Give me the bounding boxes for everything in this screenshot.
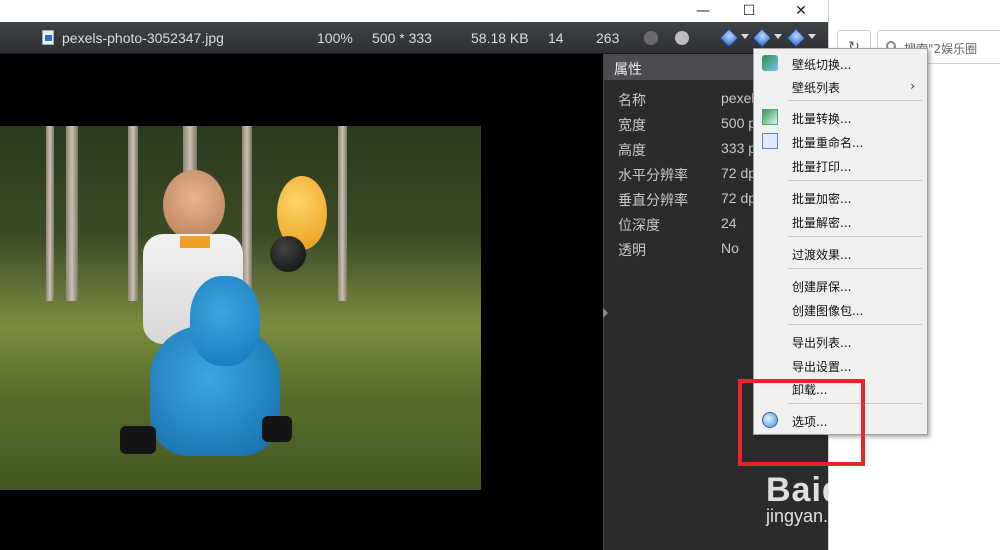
menu-item-create-image-pack[interactable]: 创建图像包... <box>754 298 927 320</box>
menu-item-label: 批量加密... <box>792 192 852 206</box>
screen: — ☐ ✕ pexels-photo-3052347.jpg 100% 500 … <box>0 0 1000 550</box>
dropdown-caret-icon[interactable] <box>808 34 816 39</box>
prop-width-label: 宽度 <box>618 117 646 133</box>
tree-trunk <box>66 126 78 301</box>
minimize-button[interactable]: — <box>680 0 726 22</box>
prop-height-label: 高度 <box>618 142 646 158</box>
baidu-logo: Baidu经验 <box>766 471 936 509</box>
tree-trunk <box>128 126 138 301</box>
menu-item-batch-rename[interactable]: 批量重命名... <box>754 130 927 152</box>
menu-item-label: 壁纸列表 <box>792 81 841 95</box>
menu-separator <box>788 324 922 325</box>
black-balloon <box>270 236 306 272</box>
menu-separator <box>788 236 922 237</box>
menu-item-create-screensaver[interactable]: 创建屏保... <box>754 274 927 296</box>
child-shoe <box>262 416 292 442</box>
close-button[interactable]: ✕ <box>778 0 824 22</box>
menu-item-batch-print[interactable]: 批量打印... <box>754 154 927 176</box>
info-bar: pexels-photo-3052347.jpg 100% 500 * 333 … <box>0 22 828 54</box>
menu-item-label: 创建图像包... <box>792 304 864 318</box>
prop-bitdepth-value: 24 <box>721 215 737 231</box>
menu-item-label: 导出设置... <box>792 360 852 374</box>
nav-blue-icon[interactable] <box>785 27 807 49</box>
displayed-photo[interactable] <box>0 126 481 490</box>
menu-item-label: 壁纸切换... <box>792 58 852 72</box>
prop-hres-value: 72 dp <box>721 165 757 181</box>
context-menu: 壁纸切换... 壁纸列表 › 批量转换... 批量重命名... 批量打印... … <box>753 48 928 435</box>
prop-width-value: 500 p <box>721 115 757 131</box>
menu-item-label: 批量重命名... <box>792 136 864 150</box>
menu-item-label: 导出列表... <box>792 336 852 350</box>
bow-tie <box>180 236 210 248</box>
dropdown-caret-icon[interactable] <box>741 34 749 39</box>
menu-item-wallpaper-switch[interactable]: 壁纸切换... <box>754 52 927 74</box>
menu-item-label: 批量转换... <box>792 112 852 126</box>
watermark: Baidu经验 jingyan.baidu.com <box>766 462 936 526</box>
nav-blue-icon[interactable] <box>751 27 773 49</box>
menu-item-export-settings[interactable]: 导出设置... <box>754 354 927 376</box>
convert-icon <box>762 109 778 125</box>
dimensions-label: 500 * 333 <box>372 30 432 46</box>
menu-item-label: 批量解密... <box>792 216 852 230</box>
menu-item-label: 过渡效果... <box>792 248 852 262</box>
menu-item-wallpaper-list[interactable]: 壁纸列表 › <box>754 75 927 97</box>
prop-name-value: pexel <box>721 90 755 106</box>
tree-trunk <box>242 126 252 301</box>
dropdown-caret-icon[interactable] <box>774 34 782 39</box>
menu-item-transition-effect[interactable]: 过渡效果... <box>754 242 927 264</box>
image-file-icon <box>42 30 54 45</box>
rename-icon <box>762 133 778 149</box>
highlight-box <box>738 379 865 466</box>
prop-transparent-label: 透明 <box>618 242 646 258</box>
tree-trunk <box>46 126 54 301</box>
prop-name-label: 名称 <box>618 92 646 108</box>
toy-horse-head <box>190 276 260 366</box>
prop-vres-label: 垂直分辨率 <box>618 192 688 208</box>
menu-item-export-list[interactable]: 导出列表... <box>754 330 927 352</box>
image-index-label: 14 <box>548 30 564 46</box>
filename-label: pexels-photo-3052347.jpg <box>62 30 224 46</box>
menu-item-batch-encrypt[interactable]: 批量加密... <box>754 186 927 208</box>
wallpaper-icon <box>762 55 778 71</box>
menu-item-batch-decrypt[interactable]: 批量解密... <box>754 210 927 232</box>
collapse-panel-icon[interactable] <box>603 308 608 318</box>
menu-item-batch-convert[interactable]: 批量转换... <box>754 106 927 128</box>
menu-separator <box>788 180 922 181</box>
menu-item-label: 批量打印... <box>792 160 852 174</box>
filesize-label: 58.18 KB <box>471 30 529 46</box>
prop-bitdepth-label: 位深度 <box>618 217 660 233</box>
zoom-label: 100% <box>317 30 353 46</box>
menu-separator <box>788 100 922 101</box>
watermark-url: jingyan.baidu.com <box>766 506 912 526</box>
prop-hres-label: 水平分辨率 <box>618 167 688 183</box>
prop-transparent-value: No <box>721 240 739 256</box>
child-head <box>163 170 225 240</box>
image-count-label: 263 <box>596 30 620 46</box>
submenu-arrow-icon: › <box>910 79 915 93</box>
prop-height-value: 333 p <box>721 140 757 156</box>
dot-indicator-icon[interactable] <box>675 31 689 45</box>
menu-item-label: 创建屏保... <box>792 280 852 294</box>
prop-vres-value: 72 dp <box>721 190 757 206</box>
nav-blue-icon[interactable] <box>718 27 740 49</box>
title-bar: — ☐ ✕ <box>0 0 828 22</box>
maximize-button[interactable]: ☐ <box>726 0 772 22</box>
menu-separator <box>788 268 922 269</box>
dot-indicator-icon[interactable] <box>644 31 658 45</box>
child-shoe <box>120 426 156 454</box>
tree-trunk <box>338 126 347 301</box>
